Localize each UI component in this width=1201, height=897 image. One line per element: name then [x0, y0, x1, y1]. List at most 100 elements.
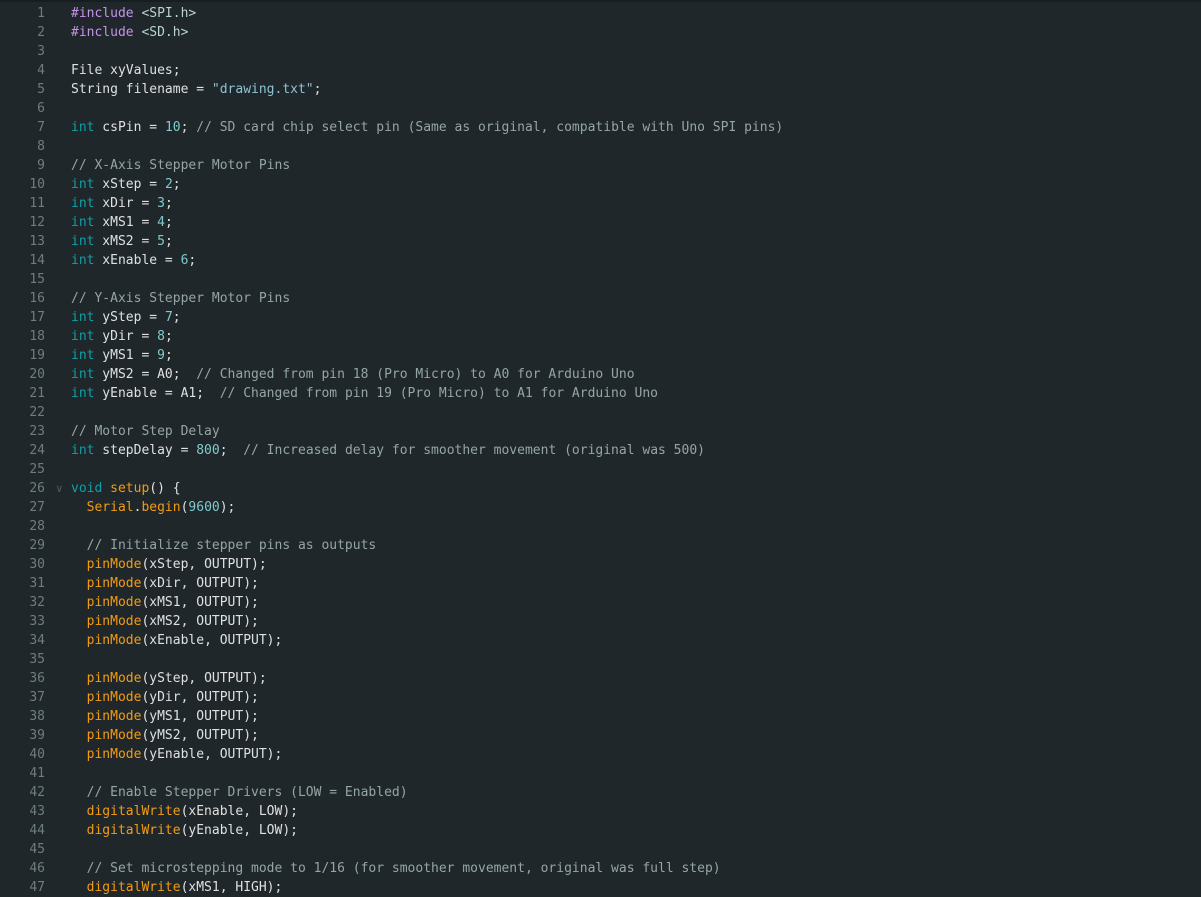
code-token: int — [71, 348, 95, 363]
code-token: // Increased delay for smoother movement… — [243, 443, 705, 458]
code-line-content — [71, 403, 1201, 422]
fold-gutter — [45, 612, 71, 631]
fold-gutter — [45, 232, 71, 251]
code-line-content: int csPin = 10; // SD card chip select p… — [71, 118, 1201, 137]
code-line[interactable]: 38 pinMode(yMS1, OUTPUT); — [0, 707, 1201, 726]
code-token: (yMS1, OUTPUT); — [141, 709, 259, 724]
code-line[interactable]: 47 digitalWrite(xMS1, HIGH); — [0, 878, 1201, 897]
code-editor[interactable]: 1 #include <SPI.h> 2 #include <SD.h> 3 4 File … — [0, 0, 1201, 897]
code-token: ; — [188, 253, 197, 268]
line-number: 9 — [37, 158, 45, 173]
code-line[interactable]: 25 — [0, 460, 1201, 479]
code-line[interactable]: 8 — [0, 137, 1201, 156]
code-line[interactable]: 21 int yEnable = A1; // Changed from pin … — [0, 384, 1201, 403]
code-line[interactable]: 10 int xStep = 2; — [0, 175, 1201, 194]
code-line[interactable]: 2 #include <SD.h> — [0, 23, 1201, 42]
code-line[interactable]: 4 File xyValues; — [0, 61, 1201, 80]
code-token: (yEnable, LOW); — [180, 823, 298, 838]
fold-gutter — [45, 194, 71, 213]
fold-chevron-icon[interactable]: ∨ — [56, 479, 63, 498]
code-line[interactable]: 33 pinMode(xMS2, OUTPUT); — [0, 612, 1201, 631]
code-token: pinMode — [86, 709, 142, 724]
code-token: (xDir, OUTPUT); — [141, 576, 259, 591]
code-line[interactable]: 5 String filename = "drawing.txt"; — [0, 80, 1201, 99]
code-line[interactable]: 9 // X-Axis Stepper Motor Pins — [0, 156, 1201, 175]
code-line[interactable]: 7 int csPin = 10; // SD card chip select … — [0, 118, 1201, 137]
code-line-content: digitalWrite(xEnable, LOW); — [71, 802, 1201, 821]
code-line[interactable]: 3 — [0, 42, 1201, 61]
code-line[interactable]: 18 int yDir = 8; — [0, 327, 1201, 346]
code-line[interactable]: 35 — [0, 650, 1201, 669]
code-token: int — [71, 310, 95, 325]
code-line[interactable]: 28 — [0, 517, 1201, 536]
code-line[interactable]: 44 digitalWrite(yEnable, LOW); — [0, 821, 1201, 840]
code-line-content — [71, 650, 1201, 669]
code-token: String filename = — [71, 82, 212, 97]
code-line-content: pinMode(yStep, OUTPUT); — [71, 669, 1201, 688]
code-line[interactable]: 14 int xEnable = 6; — [0, 251, 1201, 270]
code-line[interactable]: 17 int yStep = 7; — [0, 308, 1201, 327]
code-line[interactable]: 6 — [0, 99, 1201, 118]
code-line[interactable]: 31 pinMode(xDir, OUTPUT); — [0, 574, 1201, 593]
code-line[interactable]: 46 // Set microstepping mode to 1/16 (fo… — [0, 859, 1201, 878]
code-token: int — [71, 367, 95, 382]
code-token: yMS2 = A0; — [94, 367, 197, 382]
fold-gutter — [45, 517, 71, 536]
code-line-content: pinMode(yMS2, OUTPUT); — [71, 726, 1201, 745]
code-line[interactable]: 43 digitalWrite(xEnable, LOW); — [0, 802, 1201, 821]
code-line[interactable]: 39 pinMode(yMS2, OUTPUT); — [0, 726, 1201, 745]
code-token: (yStep, OUTPUT); — [141, 671, 267, 686]
code-line[interactable]: 34 pinMode(xEnable, OUTPUT); — [0, 631, 1201, 650]
line-number: 11 — [29, 196, 45, 211]
code-token: pinMode — [86, 690, 142, 705]
code-token: digitalWrite — [86, 804, 181, 819]
line-number: 36 — [29, 671, 45, 686]
code-line-content: int yStep = 7; — [71, 308, 1201, 327]
code-line[interactable]: 37 pinMode(yDir, OUTPUT); — [0, 688, 1201, 707]
code-line[interactable]: 30 pinMode(xStep, OUTPUT); — [0, 555, 1201, 574]
code-line[interactable]: 32 pinMode(xMS1, OUTPUT); — [0, 593, 1201, 612]
code-token: ; — [164, 196, 173, 211]
code-line-content: int xEnable = 6; — [71, 251, 1201, 270]
code-line[interactable]: 36 pinMode(yStep, OUTPUT); — [0, 669, 1201, 688]
code-line[interactable]: 19 int yMS1 = 9; — [0, 346, 1201, 365]
code-token: xMS2 = — [94, 234, 158, 249]
code-line[interactable]: 15 — [0, 270, 1201, 289]
code-line[interactable]: 16 // Y-Axis Stepper Motor Pins — [0, 289, 1201, 308]
code-line[interactable]: 23 // Motor Step Delay — [0, 422, 1201, 441]
code-line[interactable]: 13 int xMS2 = 5; — [0, 232, 1201, 251]
code-line[interactable]: 26 ∨ void setup() { — [0, 479, 1201, 498]
code-line-content: File xyValues; — [71, 61, 1201, 80]
line-number: 40 — [29, 747, 45, 762]
code-area[interactable]: 1 #include <SPI.h> 2 #include <SD.h> 3 4 File … — [0, 4, 1201, 897]
fold-gutter — [45, 213, 71, 232]
code-line[interactable]: 42 // Enable Stepper Drivers (LOW = Enab… — [0, 783, 1201, 802]
line-number: 7 — [37, 120, 45, 135]
code-line[interactable]: 40 pinMode(yEnable, OUTPUT); — [0, 745, 1201, 764]
line-number: 44 — [29, 823, 45, 838]
code-token: xStep = — [94, 177, 165, 192]
fold-gutter — [45, 327, 71, 346]
code-line[interactable]: 1 #include <SPI.h> — [0, 4, 1201, 23]
code-line[interactable]: 20 int yMS2 = A0; // Changed from pin 18 … — [0, 365, 1201, 384]
line-number: 10 — [29, 177, 45, 192]
code-line[interactable]: 11 int xDir = 3; — [0, 194, 1201, 213]
line-number: 37 — [29, 690, 45, 705]
code-line[interactable]: 45 — [0, 840, 1201, 859]
line-number: 25 — [29, 462, 45, 477]
code-token: int — [71, 443, 95, 458]
code-line[interactable]: 41 — [0, 764, 1201, 783]
code-line-content: // X-Axis Stepper Motor Pins — [71, 156, 1201, 175]
code-line[interactable]: 29 // Initialize stepper pins as outputs — [0, 536, 1201, 555]
code-line[interactable]: 22 — [0, 403, 1201, 422]
line-number: 38 — [29, 709, 45, 724]
code-line[interactable]: 24 int stepDelay = 800; // Increased dela… — [0, 441, 1201, 460]
code-line[interactable]: 12 int xMS1 = 4; — [0, 213, 1201, 232]
line-number: 28 — [29, 519, 45, 534]
fold-gutter — [45, 536, 71, 555]
fold-gutter — [45, 859, 71, 878]
code-line[interactable]: 27 Serial.begin(9600); — [0, 498, 1201, 517]
code-line-content: int yEnable = A1; // Changed from pin 19… — [71, 384, 1201, 403]
